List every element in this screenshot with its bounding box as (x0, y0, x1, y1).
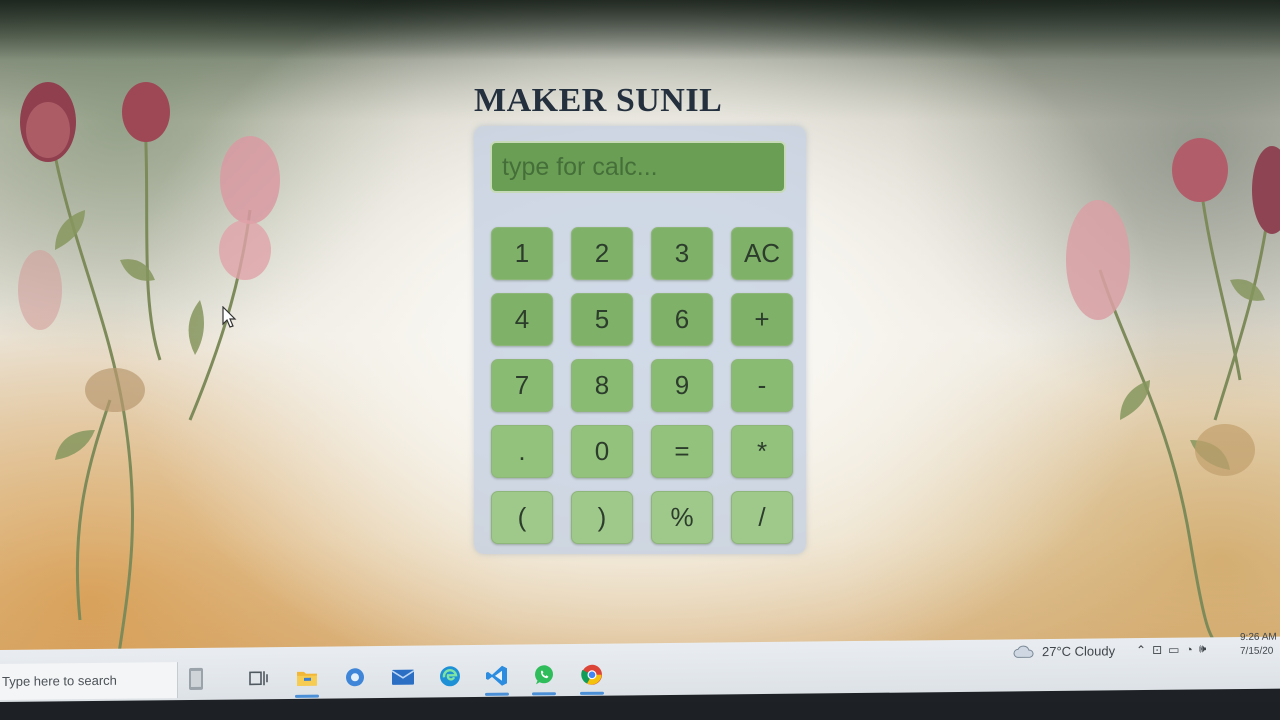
photos-icon[interactable] (340, 662, 370, 692)
key-2[interactable]: 2 (571, 227, 633, 280)
meet-now-icon[interactable]: ⊡ (1152, 642, 1162, 656)
key-left-paren[interactable]: ( (491, 491, 553, 544)
weather-text: 27°C Cloudy (1042, 642, 1116, 659)
weather-widget[interactable]: 27°C Cloudy (1012, 642, 1115, 659)
wallpaper-shade (0, 0, 1280, 60)
key-7[interactable]: 7 (491, 359, 553, 412)
chrome-icon[interactable] (577, 660, 607, 690)
key-divide[interactable]: / (731, 491, 793, 544)
edge-icon[interactable] (435, 661, 465, 691)
screen-bezel (0, 702, 1280, 720)
battery-icon[interactable]: ▭ (1168, 642, 1179, 656)
key-plus[interactable]: + (731, 293, 793, 346)
system-tray: ⌃ ⊡ ▭ ◔ 🕪 (1136, 641, 1206, 657)
calculator-panel: 1 2 3 AC 4 5 6 + 7 8 9 - . 0 = * ( ) % / (474, 126, 806, 554)
vscode-icon[interactable] (482, 661, 512, 691)
key-5[interactable]: 5 (571, 293, 633, 346)
key-percent[interactable]: % (651, 491, 713, 544)
keypad: 1 2 3 AC 4 5 6 + 7 8 9 - . 0 = * ( ) % / (491, 227, 793, 544)
chevron-up-icon[interactable]: ⌃ (1136, 642, 1146, 656)
task-view-icon[interactable] (244, 663, 274, 693)
taskbar-clock[interactable]: 9:26 AM 7/15/20 (1240, 631, 1280, 659)
file-explorer-icon[interactable] (292, 663, 322, 693)
whatsapp-icon[interactable] (529, 660, 559, 690)
key-0[interactable]: 0 (571, 425, 633, 478)
key-right-paren[interactable]: ) (571, 491, 633, 544)
key-8[interactable]: 8 (571, 359, 633, 412)
key-6[interactable]: 6 (651, 293, 713, 346)
key-decimal[interactable]: . (491, 425, 553, 478)
cloud-icon (1013, 645, 1034, 658)
key-3[interactable]: 3 (651, 227, 713, 280)
wallpaper-flowers-right (1066, 138, 1280, 660)
mouse-cursor-icon (222, 306, 237, 328)
calc-display-input[interactable] (490, 141, 786, 193)
windows-logo-icon[interactable] (182, 664, 212, 694)
key-minus[interactable]: - (731, 359, 793, 412)
taskbar-search-box[interactable]: Type here to search (0, 662, 178, 700)
mail-icon[interactable] (388, 662, 418, 692)
wallpaper-flowers-left (18, 82, 280, 660)
key-clear-all[interactable]: AC (731, 227, 793, 280)
key-equals[interactable]: = (651, 425, 713, 478)
page-title: MAKER SUNIL (474, 82, 723, 119)
key-multiply[interactable]: * (731, 425, 793, 478)
clock-date: 7/15/20 (1240, 645, 1274, 658)
key-9[interactable]: 9 (651, 359, 713, 412)
wifi-icon[interactable]: ◔ (1185, 642, 1192, 656)
key-4[interactable]: 4 (491, 293, 553, 346)
clock-time: 9:26 AM (1240, 631, 1277, 644)
key-1[interactable]: 1 (491, 227, 553, 280)
volume-icon[interactable]: 🕪 (1199, 641, 1207, 656)
